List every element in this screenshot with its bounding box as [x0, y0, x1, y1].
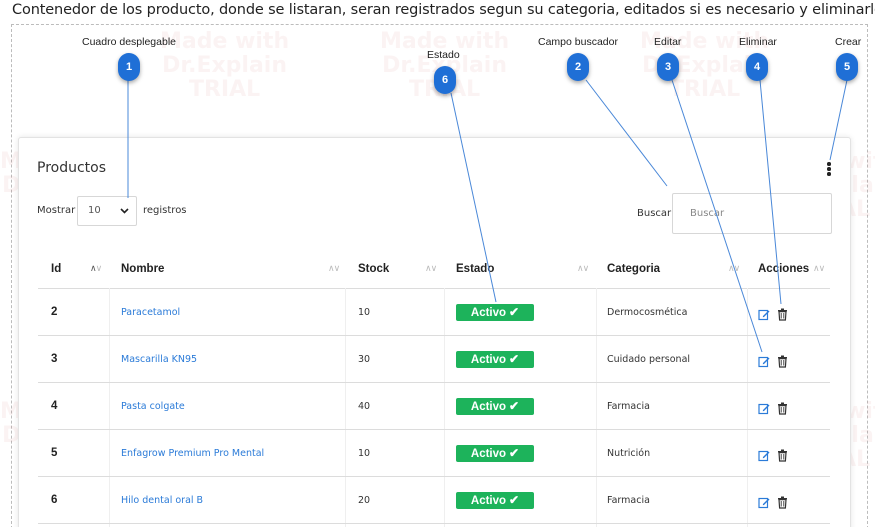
- annotation-label: Crear: [835, 36, 862, 48]
- sort-icon[interactable]: ∧∨: [577, 254, 589, 284]
- cell-id: 2: [51, 306, 58, 318]
- cell-category: Nutrición: [607, 448, 651, 459]
- table-row: 5 Enfagrow Premium Pro Mental 10 Activo ✔ Nut…: [38, 430, 830, 477]
- status-label: Activo: [470, 401, 507, 413]
- sort-icon[interactable]: ∧∨: [425, 254, 437, 284]
- check-icon: ✔: [509, 305, 520, 319]
- cell-category: Farmacia: [607, 401, 650, 412]
- check-icon: ✔: [509, 493, 520, 507]
- product-name-link[interactable]: Enfagrow Premium Pro Mental: [121, 430, 264, 477]
- sort-icon[interactable]: ∧∨: [728, 254, 740, 284]
- cell-category: Dermocosmética: [607, 307, 688, 318]
- column-header-status[interactable]: Estado: [456, 254, 494, 284]
- page-size-value: 10: [88, 205, 101, 216]
- annotation-label: Eliminar: [739, 36, 777, 48]
- status-badge: Activo ✔: [456, 445, 534, 462]
- edit-icon[interactable]: [758, 353, 770, 368]
- column-header-id[interactable]: Id: [51, 254, 61, 284]
- page-size-select[interactable]: 10: [77, 196, 137, 226]
- table-row: 6 Hilo dental oral B 20 Activo ✔ Farmacia: [38, 477, 830, 524]
- status-label: Activo: [470, 495, 507, 507]
- trash-icon[interactable]: [777, 306, 788, 321]
- sort-icon[interactable]: ∧∨: [813, 254, 825, 284]
- edit-icon[interactable]: [758, 400, 770, 415]
- annotation-label: Campo buscador: [538, 36, 618, 48]
- table-row: 2 Paracetamol 10 Activo ✔ Dermocosmética: [38, 289, 830, 336]
- callout-badge-3: 3: [657, 53, 679, 81]
- search-input[interactable]: Buscar: [672, 193, 832, 234]
- annotation-label: Estado: [427, 49, 460, 61]
- column-header-actions[interactable]: Acciones: [758, 254, 809, 284]
- product-name-link[interactable]: Paracetamol: [121, 289, 180, 336]
- callout-badge-4: 4: [746, 53, 768, 81]
- table-row: 3 Mascarilla KN95 30 Activo ✔ Cuidado persona…: [38, 336, 830, 383]
- cell-stock: 10: [358, 307, 371, 318]
- vertical-ellipsis-icon[interactable]: [825, 162, 833, 178]
- cell-stock: 10: [358, 448, 371, 459]
- status-badge: Activo ✔: [456, 398, 534, 415]
- check-icon: ✔: [509, 399, 520, 413]
- edit-icon[interactable]: [758, 494, 770, 509]
- status-label: Activo: [470, 354, 507, 366]
- check-icon: ✔: [509, 352, 520, 366]
- trash-icon[interactable]: [777, 353, 788, 368]
- search-label: Buscar: [637, 208, 672, 219]
- products-card: Productos Mostrar 10 registros Buscar Bu…: [18, 137, 851, 527]
- edit-icon[interactable]: [758, 447, 770, 462]
- callout-badge-6: 6: [434, 66, 456, 94]
- status-badge: Activo ✔: [456, 351, 534, 368]
- product-name-link[interactable]: Hilo dental oral B: [121, 477, 203, 524]
- annotation-label: Cuadro desplegable: [82, 36, 176, 48]
- cell-stock: 30: [358, 354, 371, 365]
- trash-icon[interactable]: [777, 494, 788, 509]
- column-header-stock[interactable]: Stock: [358, 254, 389, 284]
- column-header-category[interactable]: Categoria: [607, 254, 660, 284]
- check-icon: ✔: [509, 446, 520, 460]
- column-header-name[interactable]: Nombre: [121, 254, 164, 284]
- trash-icon[interactable]: [777, 400, 788, 415]
- row-divider: [38, 523, 830, 524]
- page-caption: Contenedor de los producto, donde se lis…: [12, 2, 875, 18]
- status-label: Activo: [470, 448, 507, 460]
- status-badge: Activo ✔: [456, 492, 534, 509]
- cell-id: 4: [51, 400, 58, 412]
- edit-icon[interactable]: [758, 306, 770, 321]
- cell-category: Cuidado personal: [607, 354, 691, 365]
- trash-icon[interactable]: [777, 447, 788, 462]
- cell-stock: 40: [358, 401, 371, 412]
- product-name-link[interactable]: Mascarilla KN95: [121, 336, 197, 383]
- callout-badge-1: 1: [118, 53, 140, 81]
- status-label: Activo: [470, 307, 507, 319]
- status-badge: Activo ✔: [456, 304, 534, 321]
- show-label: Mostrar: [37, 205, 76, 216]
- cell-stock: 20: [358, 495, 371, 506]
- sort-icon[interactable]: ∧∨: [328, 254, 340, 284]
- callout-badge-2: 2: [567, 53, 589, 81]
- annotation-label: Editar: [654, 36, 682, 48]
- cell-id: 6: [51, 494, 58, 506]
- records-label: registros: [143, 205, 187, 216]
- table-row: 4 Pasta colgate 40 Activo ✔ Farmacia: [38, 383, 830, 430]
- cell-id: 3: [51, 353, 58, 365]
- chevron-down-icon: [120, 197, 129, 237]
- sort-icon[interactable]: ∧∨: [90, 254, 102, 284]
- card-title: Productos: [37, 160, 107, 176]
- cell-id: 5: [51, 447, 58, 459]
- product-name-link[interactable]: Pasta colgate: [121, 383, 185, 430]
- callout-badge-5: 5: [836, 53, 858, 81]
- cell-category: Farmacia: [607, 495, 650, 506]
